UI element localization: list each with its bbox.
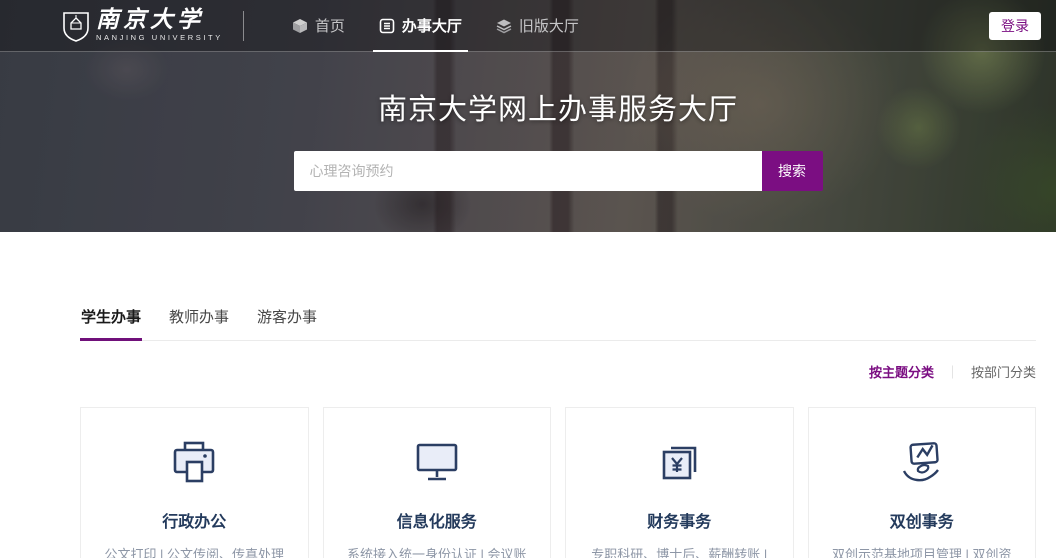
top-navigation-bar: 南京大学 NANJING UNIVERSITY 首页 办事大厅 bbox=[0, 0, 1056, 52]
tab-student-services[interactable]: 学生办事 bbox=[80, 300, 142, 340]
nav-item-service-hall[interactable]: 办事大厅 bbox=[377, 0, 464, 52]
tab-visitor-services[interactable]: 游客办事 bbox=[256, 300, 318, 340]
category-card-finance[interactable]: 财务事务 专职科研、博士后、薪酬转账 | 其他类项目负责人... bbox=[565, 407, 794, 558]
monitor-icon bbox=[409, 435, 465, 491]
nav-label-old-hall: 旧版大厅 bbox=[519, 15, 579, 36]
filter-separator: ｜ bbox=[946, 362, 959, 381]
filter-by-department[interactable]: 按部门分类 bbox=[971, 362, 1036, 381]
nav-label-home: 首页 bbox=[315, 15, 345, 36]
tab-teacher-services[interactable]: 教师办事 bbox=[168, 300, 230, 340]
document-icon bbox=[379, 18, 395, 34]
header-divider bbox=[243, 11, 244, 41]
content-area: 学生办事 教师办事 游客办事 按主题分类 ｜ 按部门分类 行政办公 公文打印 |… bbox=[80, 300, 1036, 558]
category-description: 专职科研、博士后、薪酬转账 | 其他类项目负责人... bbox=[586, 544, 772, 558]
category-card-innovation[interactable]: 双创事务 双创示范基地项目管理 | 双创资讯发布 | 众创空间场... bbox=[808, 407, 1037, 558]
nju-shield-icon bbox=[62, 10, 90, 42]
hero-banner: 南京大学 NANJING UNIVERSITY 首页 办事大厅 bbox=[0, 0, 1056, 232]
category-description: 系统接入统一身份认证 | 会议账号 | 信息公开申请 | ... bbox=[344, 544, 530, 558]
audience-tabs: 学生办事 教师办事 游客办事 bbox=[80, 300, 1036, 341]
login-button[interactable]: 登录 bbox=[989, 12, 1041, 40]
nju-logo[interactable]: 南京大学 NANJING UNIVERSITY bbox=[62, 9, 223, 42]
nav-label-service-hall: 办事大厅 bbox=[402, 15, 462, 36]
printer-icon bbox=[166, 435, 222, 491]
category-title: 行政办公 bbox=[81, 508, 308, 532]
category-description: 双创示范基地项目管理 | 双创资讯发布 | 众创空间场... bbox=[829, 544, 1015, 558]
search-button[interactable]: 搜索 bbox=[762, 151, 823, 191]
layers-icon bbox=[496, 18, 512, 34]
university-name-cn: 南京大学 bbox=[96, 9, 223, 31]
nav-item-old-hall[interactable]: 旧版大厅 bbox=[494, 0, 581, 52]
category-cards: 行政办公 公文打印 | 公文传阅、传真处理 | 校级重大协议审核... 信息化服… bbox=[80, 407, 1036, 558]
category-card-it-services[interactable]: 信息化服务 系统接入统一身份认证 | 会议账号 | 信息公开申请 | ... bbox=[323, 407, 552, 558]
category-card-admin[interactable]: 行政办公 公文打印 | 公文传阅、传真处理 | 校级重大协议审核... bbox=[80, 407, 309, 558]
main-nav: 首页 办事大厅 旧版大厅 bbox=[290, 0, 611, 52]
search-input[interactable] bbox=[294, 151, 762, 191]
filter-by-topic[interactable]: 按主题分类 bbox=[869, 362, 934, 381]
category-description: 公文打印 | 公文传阅、传真处理 | 校级重大协议审核... bbox=[101, 544, 287, 558]
category-title: 财务事务 bbox=[566, 508, 793, 532]
cube-icon bbox=[292, 18, 308, 34]
classification-switch: 按主题分类 ｜ 按部门分类 bbox=[80, 362, 1036, 381]
category-title: 双创事务 bbox=[809, 508, 1036, 532]
university-name-en: NANJING UNIVERSITY bbox=[96, 33, 223, 42]
category-title: 信息化服务 bbox=[324, 508, 551, 532]
yuan-note-icon bbox=[651, 435, 707, 491]
page-title: 南京大学网上办事服务大厅 bbox=[80, 86, 1036, 128]
search-bar: 搜索 bbox=[294, 151, 823, 191]
hero-content: 南京大学网上办事服务大厅 搜索 bbox=[80, 52, 1036, 191]
hand-chart-icon bbox=[894, 435, 950, 491]
nav-item-home[interactable]: 首页 bbox=[290, 0, 347, 52]
